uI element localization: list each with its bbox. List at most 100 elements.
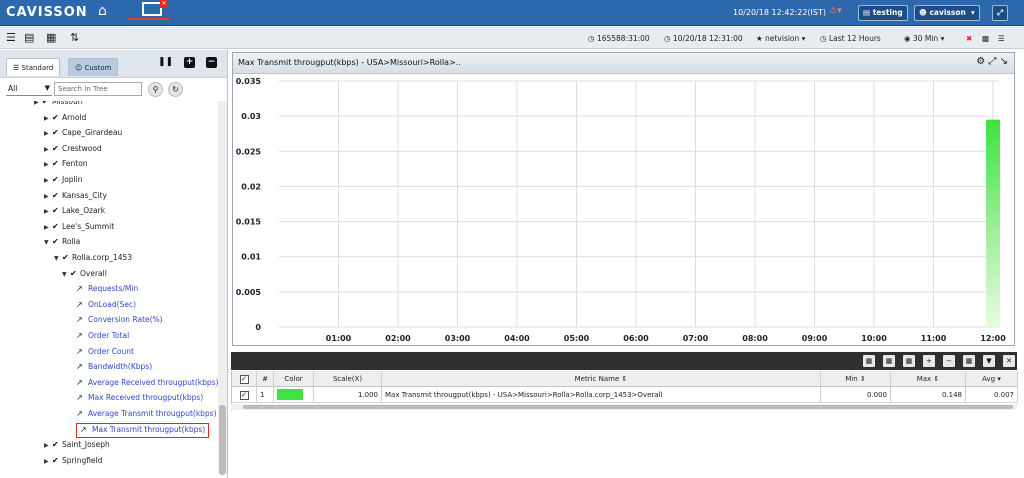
tree-node[interactable]: ▶ ✔ Fenton bbox=[44, 157, 88, 171]
tree-leaf[interactable]: ↗ Conversion Rate(%) bbox=[76, 313, 163, 327]
sort-icon[interactable]: ⇅ bbox=[70, 31, 79, 44]
remove-row-icon[interactable]: − bbox=[943, 355, 955, 367]
gear-icon[interactable]: ⚙ bbox=[976, 56, 985, 67]
header-color[interactable]: Color bbox=[274, 371, 314, 387]
alert-icon[interactable]: ⚠▾ bbox=[829, 6, 842, 16]
tree-leaf[interactable]: ↗ Requests/Min bbox=[76, 282, 138, 296]
caret-down-icon: ▼ bbox=[44, 84, 50, 92]
caret-right-icon[interactable]: ▶ bbox=[44, 439, 52, 453]
tree-node[interactable]: ▼ ✔ Rolla.corp_1453 bbox=[54, 251, 132, 265]
tree-node-label: Average Received througput(kbps) bbox=[88, 377, 218, 387]
tree-filter-select[interactable]: All ▼ bbox=[6, 82, 52, 96]
check-icon: ✔ bbox=[52, 237, 59, 247]
tree-node[interactable]: ▶ ✔ Crestwood bbox=[44, 142, 102, 156]
tree-node[interactable]: ▶ ✔ Kansas_City bbox=[44, 189, 107, 203]
remove-icon[interactable]: − bbox=[206, 57, 217, 68]
caret-right-icon[interactable]: ▶ bbox=[44, 143, 52, 157]
close-icon[interactable]: ✕ bbox=[1003, 355, 1015, 367]
tab-standard[interactable]: ☰ Standard bbox=[6, 58, 61, 76]
tab-custom[interactable]: ☺ Custom bbox=[68, 58, 119, 76]
header-avg[interactable]: Avg ▾ bbox=[966, 371, 1018, 387]
tree-node[interactable]: ▼ ✔ Rolla bbox=[44, 235, 80, 249]
tree-search-input[interactable]: Search In Tree bbox=[54, 82, 142, 96]
refresh-icon[interactable]: ↻ bbox=[168, 82, 183, 97]
add-row-icon[interactable]: + bbox=[923, 355, 935, 367]
home-icon[interactable]: ⌂ bbox=[98, 3, 107, 19]
expand-icon[interactable]: ⤢ bbox=[992, 5, 1008, 21]
tree-leaf[interactable]: ↗ Average Received througput(kbps) bbox=[76, 376, 218, 390]
tree-leaf[interactable]: ↗ Order Total bbox=[76, 329, 129, 343]
tree-node[interactable]: ▼ ✔ Overall bbox=[62, 267, 107, 281]
tree-leaf[interactable]: ↗ Max Received througput(kbps) bbox=[76, 391, 203, 405]
tree-leaf[interactable]: ↗ Max Transmit througput(kbps) bbox=[76, 422, 210, 438]
tree-node-label: OnLoad(Sec) bbox=[88, 299, 136, 309]
pin-icon[interactable]: ✖ bbox=[966, 34, 972, 43]
y-tick-label: 0 bbox=[255, 323, 261, 332]
header-min[interactable]: Min ⇕ bbox=[821, 371, 891, 387]
pdf-icon[interactable]: ▦ bbox=[863, 355, 875, 367]
header-scale[interactable]: Scale(X) bbox=[314, 371, 382, 387]
row-max: 0.148 bbox=[891, 387, 966, 403]
caret-right-icon[interactable]: ▶ bbox=[34, 101, 42, 110]
monitor-icon[interactable]: ✕ bbox=[142, 0, 168, 16]
row-checkbox[interactable]: ✓ bbox=[232, 387, 257, 403]
caret-right-icon[interactable]: ▶ bbox=[44, 112, 52, 126]
tree-scroll-thumb[interactable] bbox=[219, 405, 226, 475]
word-icon[interactable]: ▦ bbox=[903, 355, 915, 367]
y-tick-label: 0.01 bbox=[241, 253, 261, 262]
user-button[interactable]: ☻ cavisson ▾ bbox=[914, 5, 980, 21]
profile-select[interactable]: ★ netvision ▾ bbox=[756, 34, 805, 43]
caret-down-icon[interactable]: ▼ bbox=[54, 252, 62, 266]
layout-icon[interactable]: ▩ bbox=[982, 34, 989, 43]
select-all-checkbox[interactable]: ✓ bbox=[232, 371, 257, 387]
line-chart-icon[interactable]: ↘ bbox=[1000, 56, 1008, 67]
columns-icon[interactable]: ▦ bbox=[963, 355, 975, 367]
row-color-cell[interactable] bbox=[274, 387, 314, 403]
excel-icon[interactable]: ▦ bbox=[883, 355, 895, 367]
caret-down-icon[interactable]: ▼ bbox=[62, 268, 70, 282]
tree-node[interactable]: ▶ ✔ Saint_Joseph bbox=[44, 438, 110, 452]
chart-canvas: 0 0.005 0.01 0.015 0.02 0.025 0.03 0.035 01:00 02… bbox=[236, 77, 1007, 343]
color-swatch[interactable] bbox=[277, 389, 303, 400]
search-icon[interactable]: ⚲ bbox=[148, 82, 163, 97]
bar-chart-icon[interactable]: ▤ bbox=[24, 31, 34, 44]
caret-right-icon[interactable]: ▶ bbox=[44, 221, 52, 235]
line-chart-icon: ↗ bbox=[76, 346, 83, 356]
caret-right-icon[interactable]: ▶ bbox=[44, 205, 52, 219]
table-hscroll-thumb[interactable] bbox=[243, 405, 1013, 409]
header-num[interactable]: # bbox=[257, 371, 274, 387]
list-icon[interactable]: ☰ bbox=[998, 34, 1005, 43]
add-icon[interactable]: + bbox=[184, 57, 195, 68]
caret-right-icon[interactable]: ▶ bbox=[44, 174, 52, 188]
interval-label: 30 Min bbox=[912, 34, 939, 43]
row-min: 0.000 bbox=[821, 387, 891, 403]
interval-select[interactable]: ◉ 30 Min ▾ bbox=[904, 34, 944, 43]
header-max[interactable]: Max ⇕ bbox=[891, 371, 966, 387]
chart-tools: ⚙ ⤢ ↘ bbox=[976, 56, 1008, 67]
tree-node[interactable]: ▶ ✔ Arnold bbox=[44, 111, 86, 125]
tree-node[interactable]: ▶ ✔ Missouri bbox=[34, 101, 83, 109]
tree-node[interactable]: ▶ ✔ Cape_Girardeau bbox=[44, 126, 122, 140]
filter-icon[interactable]: ▼ bbox=[983, 355, 995, 367]
project-button[interactable]: ▤ testing bbox=[858, 5, 908, 21]
tree-leaf[interactable]: ↗ Bandwidth(Kbps) bbox=[76, 360, 152, 374]
grid-icon[interactable]: ▦ bbox=[46, 31, 56, 44]
header-metric[interactable]: Metric Name ⇕ bbox=[382, 371, 821, 387]
tree-node[interactable]: ▶ ✔ Joplin bbox=[44, 173, 82, 187]
caret-right-icon[interactable]: ▶ bbox=[44, 127, 52, 141]
tree-leaf[interactable]: ↗ Average Transmit througput(kbps) bbox=[76, 407, 217, 421]
tree-node[interactable]: ▶ ✔ Lee's_Summit bbox=[44, 220, 114, 234]
pause-icon[interactable]: ❚❚ bbox=[158, 57, 173, 68]
tree-leaf[interactable]: ↗ Order Count bbox=[76, 345, 134, 359]
caret-right-icon[interactable]: ▶ bbox=[44, 455, 52, 469]
caret-right-icon[interactable]: ▶ bbox=[44, 190, 52, 204]
time-preset[interactable]: ◷ Last 12 Hours bbox=[820, 34, 881, 43]
minimize-icon[interactable]: ⤢ bbox=[988, 56, 996, 67]
menu-icon[interactable]: ☰ bbox=[6, 31, 16, 44]
tree-leaf[interactable]: ↗ OnLoad(Sec) bbox=[76, 298, 136, 312]
tree-node[interactable]: ▶ ✔ Springfield bbox=[44, 454, 102, 468]
caret-right-icon[interactable]: ▶ bbox=[44, 158, 52, 172]
caret-down-icon[interactable]: ▼ bbox=[44, 236, 52, 250]
table-row[interactable]: ✓ 1 1.000 Max Transmit througput(kbps) -… bbox=[232, 387, 1018, 403]
tree-node[interactable]: ▶ ✔ Lake_Ozark bbox=[44, 204, 105, 218]
